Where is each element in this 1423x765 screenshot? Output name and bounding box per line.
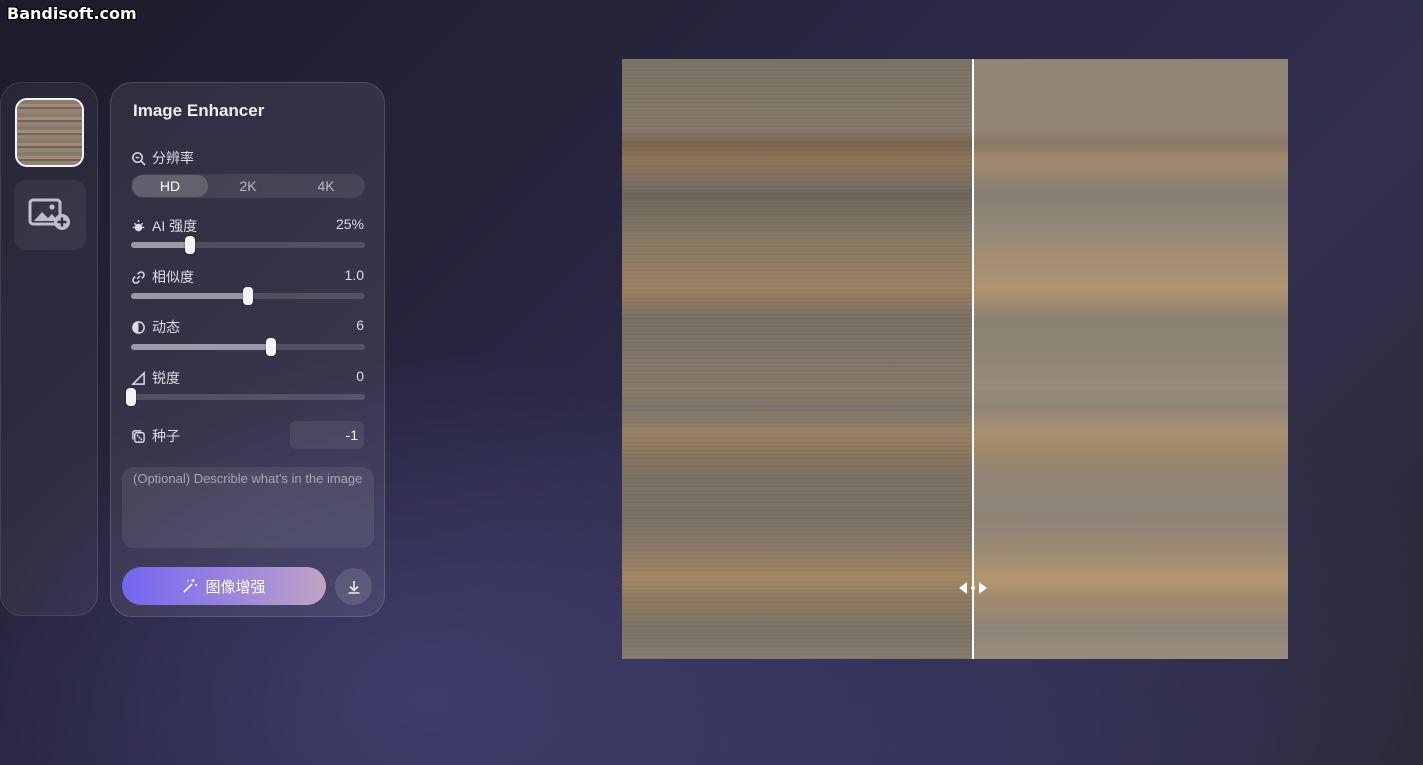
panel-title: Image Enhancer: [133, 101, 265, 120]
seed-row: 种子: [131, 426, 180, 446]
sharpness-label: 锐度: [152, 370, 180, 386]
sharpness-row: 锐度: [131, 368, 180, 388]
ai-sparkle-icon: [132, 219, 145, 231]
dynamic-label: 动态: [152, 319, 180, 335]
ai-strength-slider[interactable]: [131, 236, 365, 254]
dynamic-value: 6: [356, 317, 364, 333]
seed-input[interactable]: [290, 421, 364, 449]
enhanced-image: [973, 59, 1288, 659]
resolution-label: 分辨率: [152, 150, 194, 166]
sharpness-slider[interactable]: [126, 388, 365, 406]
thumbnail-rail: [0, 82, 98, 616]
sharpness-knob[interactable]: [126, 388, 136, 406]
add-image-button[interactable]: [14, 180, 86, 250]
watermark-logo: Bandisoft.com: [7, 4, 137, 23]
ai-strength-knob[interactable]: [184, 236, 195, 254]
sharpness-icon: [131, 370, 145, 385]
contrast-icon: [132, 320, 145, 334]
sharpness-value: 0: [356, 368, 364, 384]
enhance-image-button[interactable]: 图像增强: [122, 567, 326, 605]
magic-wand-icon: [183, 579, 198, 593]
enhancer-panel: Image Enhancer 分辨率 HD 2K 4K AI 强度 25% 相似…: [110, 82, 385, 617]
search-zoom-icon: [132, 151, 146, 166]
before-after-compare[interactable]: [622, 59, 1288, 659]
dynamic-knob[interactable]: [266, 338, 277, 356]
ai-strength-row: AI 强度: [131, 216, 197, 236]
resolution-row: 分辨率: [131, 148, 194, 168]
compare-divider[interactable]: [972, 59, 974, 659]
similarity-row: 相似度: [131, 267, 194, 287]
similarity-value: 1.0: [344, 267, 364, 283]
ai-strength-fill: [131, 242, 190, 248]
similarity-label: 相似度: [152, 269, 194, 285]
resolution-option-2k[interactable]: 2K: [210, 175, 286, 197]
resolution-option-hd[interactable]: HD: [132, 175, 208, 197]
dynamic-slider[interactable]: [131, 338, 365, 356]
enhance-button-label: 图像增强: [205, 578, 266, 596]
dynamic-fill: [131, 344, 272, 350]
dice-icon: [132, 429, 145, 443]
compare-handle[interactable]: [956, 580, 990, 596]
dynamic-row: 动态: [131, 317, 180, 337]
similarity-slider[interactable]: [131, 287, 365, 305]
download-icon: [348, 580, 359, 594]
link-icon: [132, 270, 145, 284]
resolution-selector: HD 2K 4K: [131, 174, 365, 198]
similarity-knob[interactable]: [243, 287, 253, 305]
resolution-option-4k[interactable]: 4K: [288, 175, 364, 197]
arrows-left-right-icon: [959, 582, 987, 594]
description-input[interactable]: [122, 467, 374, 548]
image-thumbnail[interactable]: [15, 98, 84, 167]
seed-label: 种子: [152, 428, 180, 444]
similarity-fill: [131, 293, 248, 299]
original-image: [622, 59, 973, 659]
ai-strength-label: AI 强度: [152, 218, 198, 234]
download-button[interactable]: [335, 568, 372, 605]
add-image-icon: [28, 198, 70, 230]
ai-strength-value: 25%: [335, 216, 364, 232]
